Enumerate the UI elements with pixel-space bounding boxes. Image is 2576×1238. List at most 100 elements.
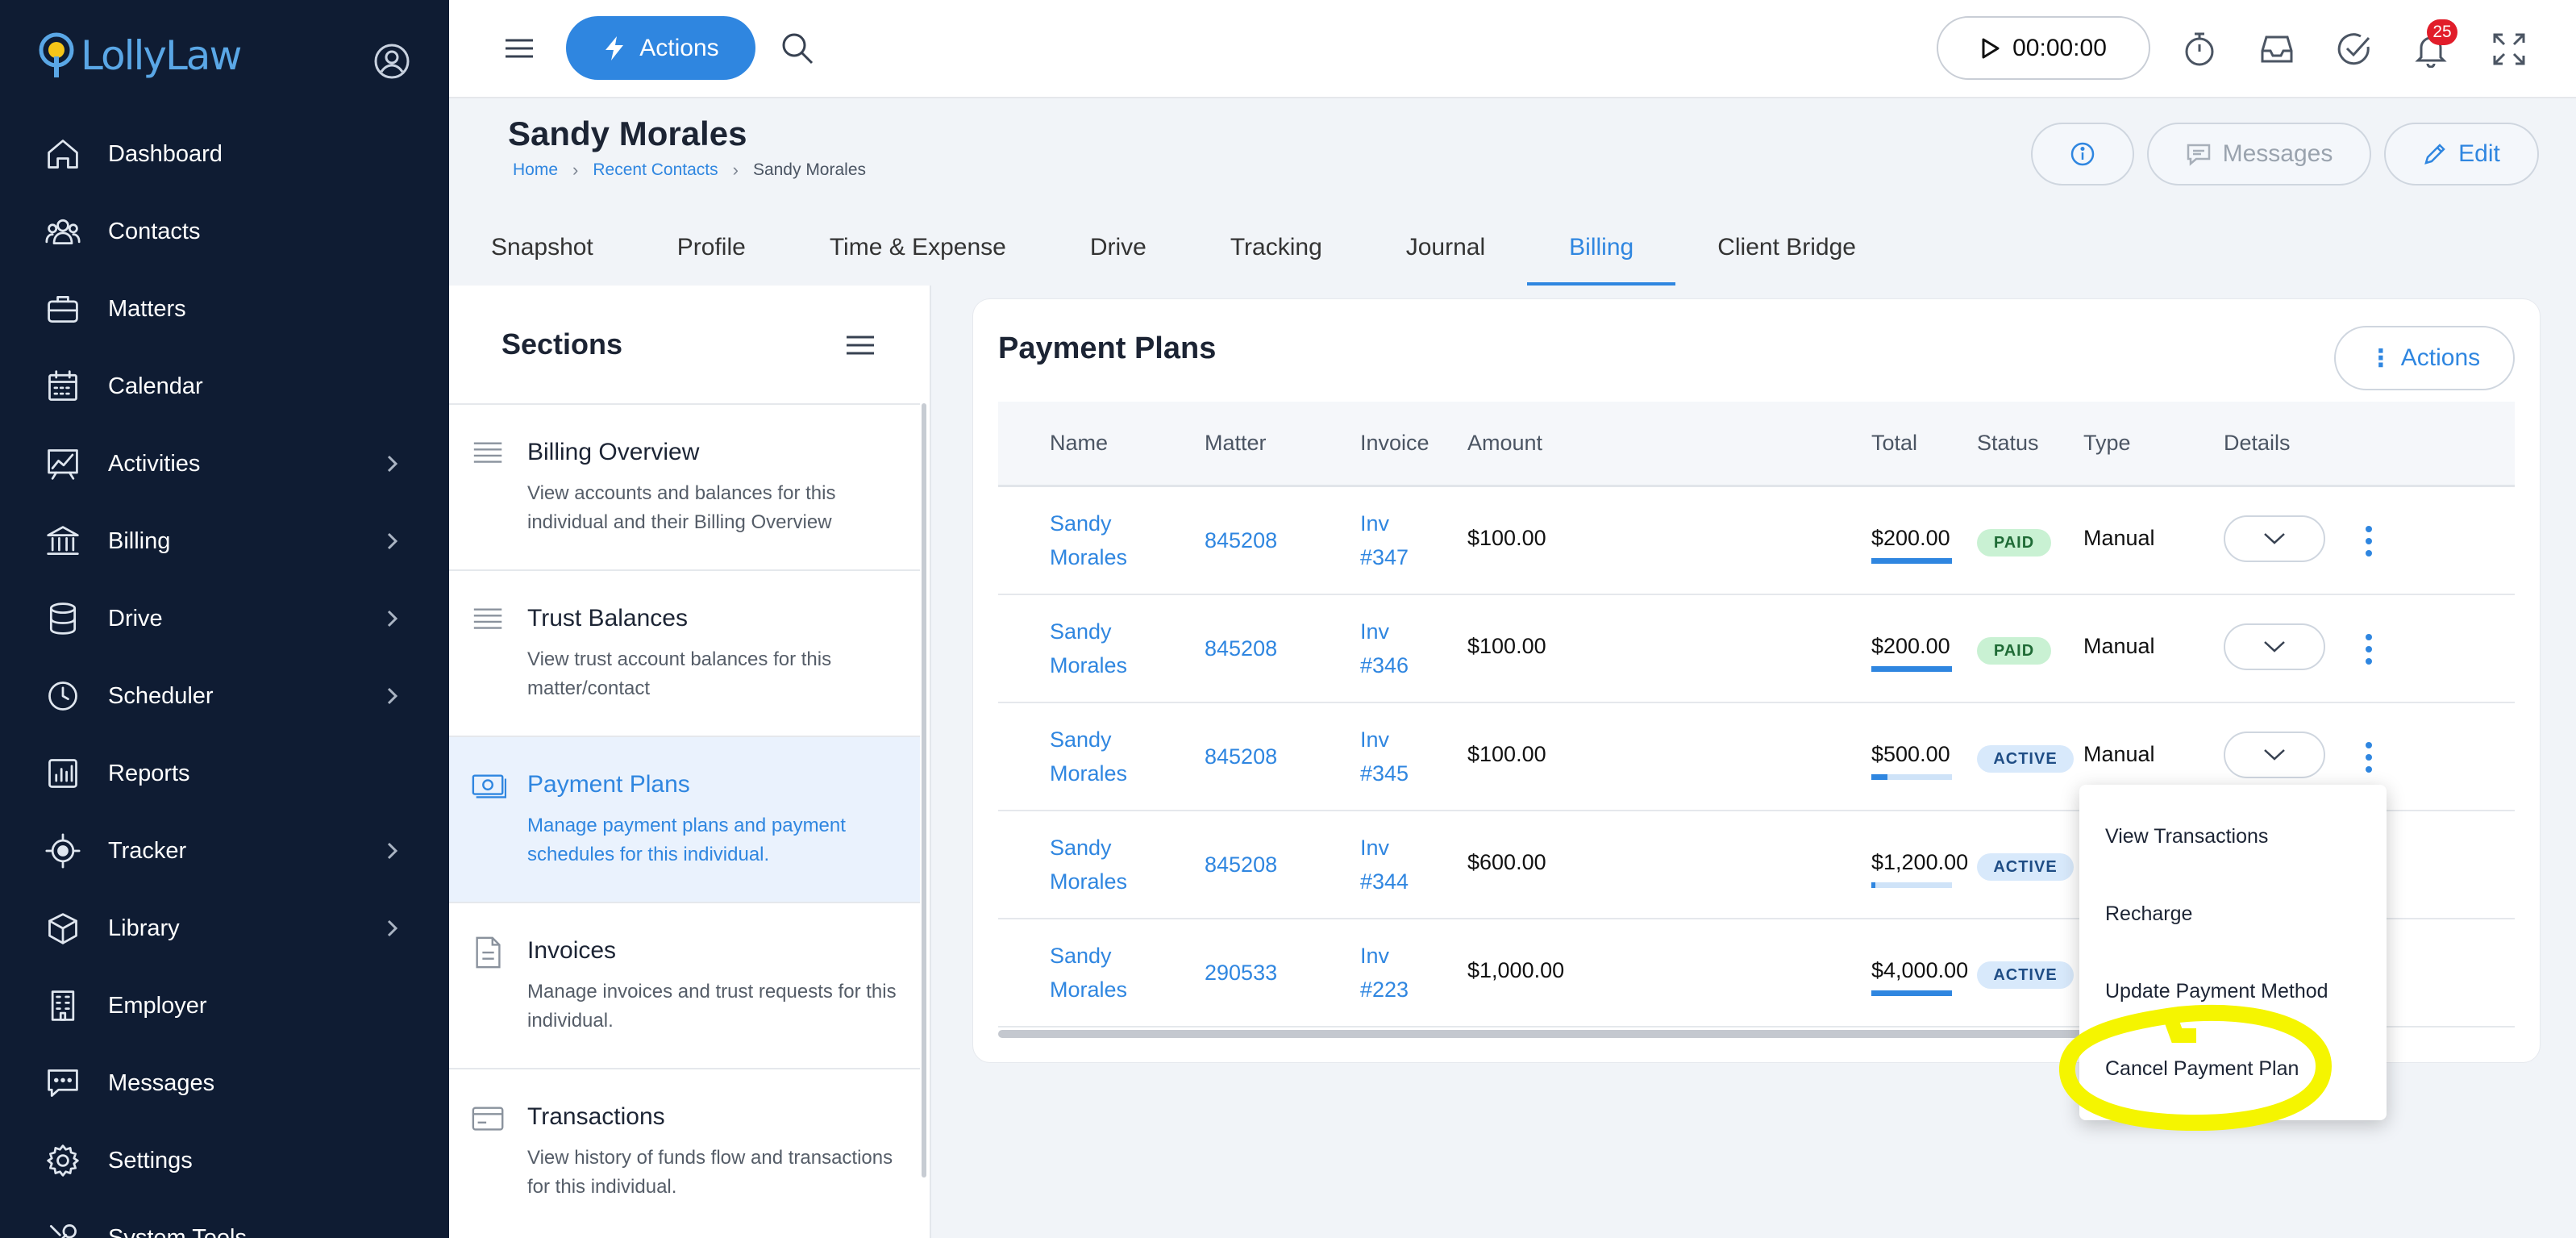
sidebar-item-dashboard[interactable]: Dashboard bbox=[0, 115, 449, 193]
database-icon bbox=[44, 599, 82, 638]
invoice-number: #344 bbox=[1360, 869, 1409, 894]
timer-button[interactable]: 00:00:00 bbox=[1937, 16, 2150, 80]
column-header-type[interactable]: Type bbox=[2083, 431, 2131, 456]
tab-drive[interactable]: Drive bbox=[1048, 210, 1188, 286]
inbox-icon[interactable] bbox=[2258, 31, 2295, 68]
sections-scrollbar[interactable] bbox=[922, 403, 926, 1178]
bank-icon bbox=[44, 522, 82, 561]
sidebar-item-label: Dashboard bbox=[108, 140, 223, 167]
sidebar-item-contacts[interactable]: Contacts bbox=[0, 193, 449, 270]
column-header-total[interactable]: Total bbox=[1871, 431, 1917, 456]
invoice-number: #347 bbox=[1360, 545, 1409, 569]
client-name-link[interactable]: Sandy Morales bbox=[1050, 615, 1127, 682]
client-name-link[interactable]: Sandy Morales bbox=[1050, 831, 1127, 898]
section-billing-overview[interactable]: Billing Overview View accounts and balanc… bbox=[449, 403, 920, 569]
section-trust-balances[interactable]: Trust Balances View trust account balance… bbox=[449, 569, 920, 736]
sections-title: Sections bbox=[501, 327, 623, 361]
matter-link[interactable]: 845208 bbox=[1205, 740, 1277, 773]
section-invoices[interactable]: Invoices Manage invoices and trust reques… bbox=[449, 902, 920, 1068]
sidebar-item-billing[interactable]: Billing bbox=[0, 502, 449, 580]
client-name-link[interactable]: Sandy Morales bbox=[1050, 506, 1127, 574]
sidebar-item-scheduler[interactable]: Scheduler bbox=[0, 657, 449, 735]
tab-profile[interactable]: Profile bbox=[635, 210, 788, 286]
column-header-details[interactable]: Details bbox=[2224, 431, 2291, 456]
clock-icon bbox=[44, 677, 82, 715]
row-menu-kebab-icon[interactable] bbox=[2361, 631, 2377, 668]
amount-value: $100.00 bbox=[1467, 742, 1546, 766]
message-icon bbox=[2187, 144, 2210, 166]
column-header-status[interactable]: Status bbox=[1977, 431, 2039, 456]
info-button[interactable] bbox=[2031, 123, 2134, 185]
search-icon[interactable] bbox=[780, 31, 815, 66]
menu-item-recharge[interactable]: Recharge bbox=[2079, 875, 2387, 952]
table-horizontal-scrollbar[interactable] bbox=[998, 1030, 2095, 1038]
client-name-link[interactable]: Sandy Morales bbox=[1050, 939, 1127, 1007]
sidebar-item-library[interactable]: Library bbox=[0, 890, 449, 967]
section-transactions[interactable]: Transactions View history of funds flow a… bbox=[449, 1068, 920, 1234]
sidebar-item-activities[interactable]: Activities bbox=[0, 425, 449, 502]
tab-time-expense[interactable]: Time & Expense bbox=[788, 210, 1048, 286]
chat-icon bbox=[44, 1064, 82, 1103]
sidebar-item-calendar[interactable]: Calendar bbox=[0, 348, 449, 425]
section-payment-plans[interactable]: Payment Plans Manage payment plans and pa… bbox=[449, 736, 920, 902]
sidebar-item-matters[interactable]: Matters bbox=[0, 270, 449, 348]
tab-billing[interactable]: Billing bbox=[1527, 210, 1676, 286]
sidebar-item-reports[interactable]: Reports bbox=[0, 735, 449, 812]
matter-link[interactable]: 290533 bbox=[1205, 956, 1277, 990]
sections-menu-icon[interactable] bbox=[844, 329, 876, 361]
invoice-link[interactable]: Inv #346 bbox=[1360, 615, 1409, 682]
details-expand-button[interactable] bbox=[2224, 732, 2325, 778]
details-expand-button[interactable] bbox=[2224, 515, 2325, 562]
column-header-name[interactable]: Name bbox=[1050, 431, 1108, 456]
app-logo[interactable]: LollyLaw bbox=[39, 32, 242, 79]
column-header-amount[interactable]: Amount bbox=[1467, 431, 1542, 456]
matter-link[interactable]: 845208 bbox=[1205, 523, 1277, 557]
invoice-link[interactable]: Inv #223 bbox=[1360, 939, 1409, 1007]
menu-item-update-payment-method[interactable]: Update Payment Method bbox=[2079, 952, 2387, 1030]
sidebar-item-messages[interactable]: Messages bbox=[0, 1044, 449, 1122]
sidebar-nav: Dashboard Contacts Matters Calendar Activiti… bbox=[0, 115, 449, 1238]
play-icon bbox=[1982, 38, 2000, 58]
invoice-link[interactable]: Inv #347 bbox=[1360, 506, 1409, 574]
sidebar-item-employer[interactable]: Employer bbox=[0, 967, 449, 1044]
details-expand-button[interactable] bbox=[2224, 623, 2325, 670]
sidebar-item-tracker[interactable]: Tracker bbox=[0, 812, 449, 890]
column-header-matter[interactable]: Matter bbox=[1205, 431, 1267, 456]
tab-snapshot[interactable]: Snapshot bbox=[449, 210, 635, 286]
stopwatch-icon[interactable] bbox=[2181, 31, 2218, 68]
hamburger-menu-icon[interactable] bbox=[503, 32, 535, 65]
list-icon bbox=[471, 437, 506, 473]
invoice-link[interactable]: Inv #344 bbox=[1360, 831, 1409, 898]
invoice-link[interactable]: Inv #345 bbox=[1360, 723, 1409, 790]
task-check-icon[interactable] bbox=[2336, 31, 2373, 68]
sidebar-item-label: Employer bbox=[108, 992, 207, 1019]
row-menu-kebab-icon[interactable] bbox=[2361, 739, 2377, 776]
tab-journal[interactable]: Journal bbox=[1364, 210, 1527, 286]
tab-client-bridge[interactable]: Client Bridge bbox=[1675, 210, 1898, 286]
section-title: Trust Balances bbox=[527, 605, 688, 632]
matter-link[interactable]: 845208 bbox=[1205, 632, 1277, 665]
tab-tracking[interactable]: Tracking bbox=[1188, 210, 1364, 286]
matter-link[interactable]: 845208 bbox=[1205, 848, 1277, 882]
payment-plans-actions-button[interactable]: ⋮ Actions bbox=[2334, 326, 2515, 390]
fullscreen-icon[interactable] bbox=[2491, 31, 2528, 68]
menu-item-view-transactions[interactable]: View Transactions bbox=[2079, 798, 2387, 875]
breadcrumb-recent-contacts[interactable]: Recent Contacts bbox=[593, 160, 718, 180]
breadcrumb-home[interactable]: Home bbox=[513, 160, 558, 180]
client-name-link[interactable]: Sandy Morales bbox=[1050, 723, 1127, 790]
client-last-name: Morales bbox=[1050, 869, 1128, 894]
row-menu-kebab-icon[interactable] bbox=[2361, 523, 2377, 560]
user-profile-icon[interactable] bbox=[372, 42, 411, 81]
sidebar-item-drive[interactable]: Drive bbox=[0, 580, 449, 657]
sidebar-item-settings[interactable]: Settings bbox=[0, 1122, 449, 1199]
section-title: Invoices bbox=[527, 937, 617, 964]
people-icon bbox=[44, 212, 82, 251]
edit-button[interactable]: Edit bbox=[2384, 123, 2539, 185]
column-header-invoice[interactable]: Invoice bbox=[1360, 431, 1429, 456]
sidebar-item-system-tools[interactable]: System Tools bbox=[0, 1199, 449, 1238]
menu-item-cancel-payment-plan[interactable]: Cancel Payment Plan bbox=[2079, 1030, 2387, 1107]
messages-button[interactable]: Messages bbox=[2147, 123, 2371, 185]
global-actions-button[interactable]: Actions bbox=[566, 16, 755, 80]
invoice-prefix: Inv bbox=[1360, 619, 1390, 644]
status-badge: ACTIVE bbox=[1977, 853, 2074, 881]
